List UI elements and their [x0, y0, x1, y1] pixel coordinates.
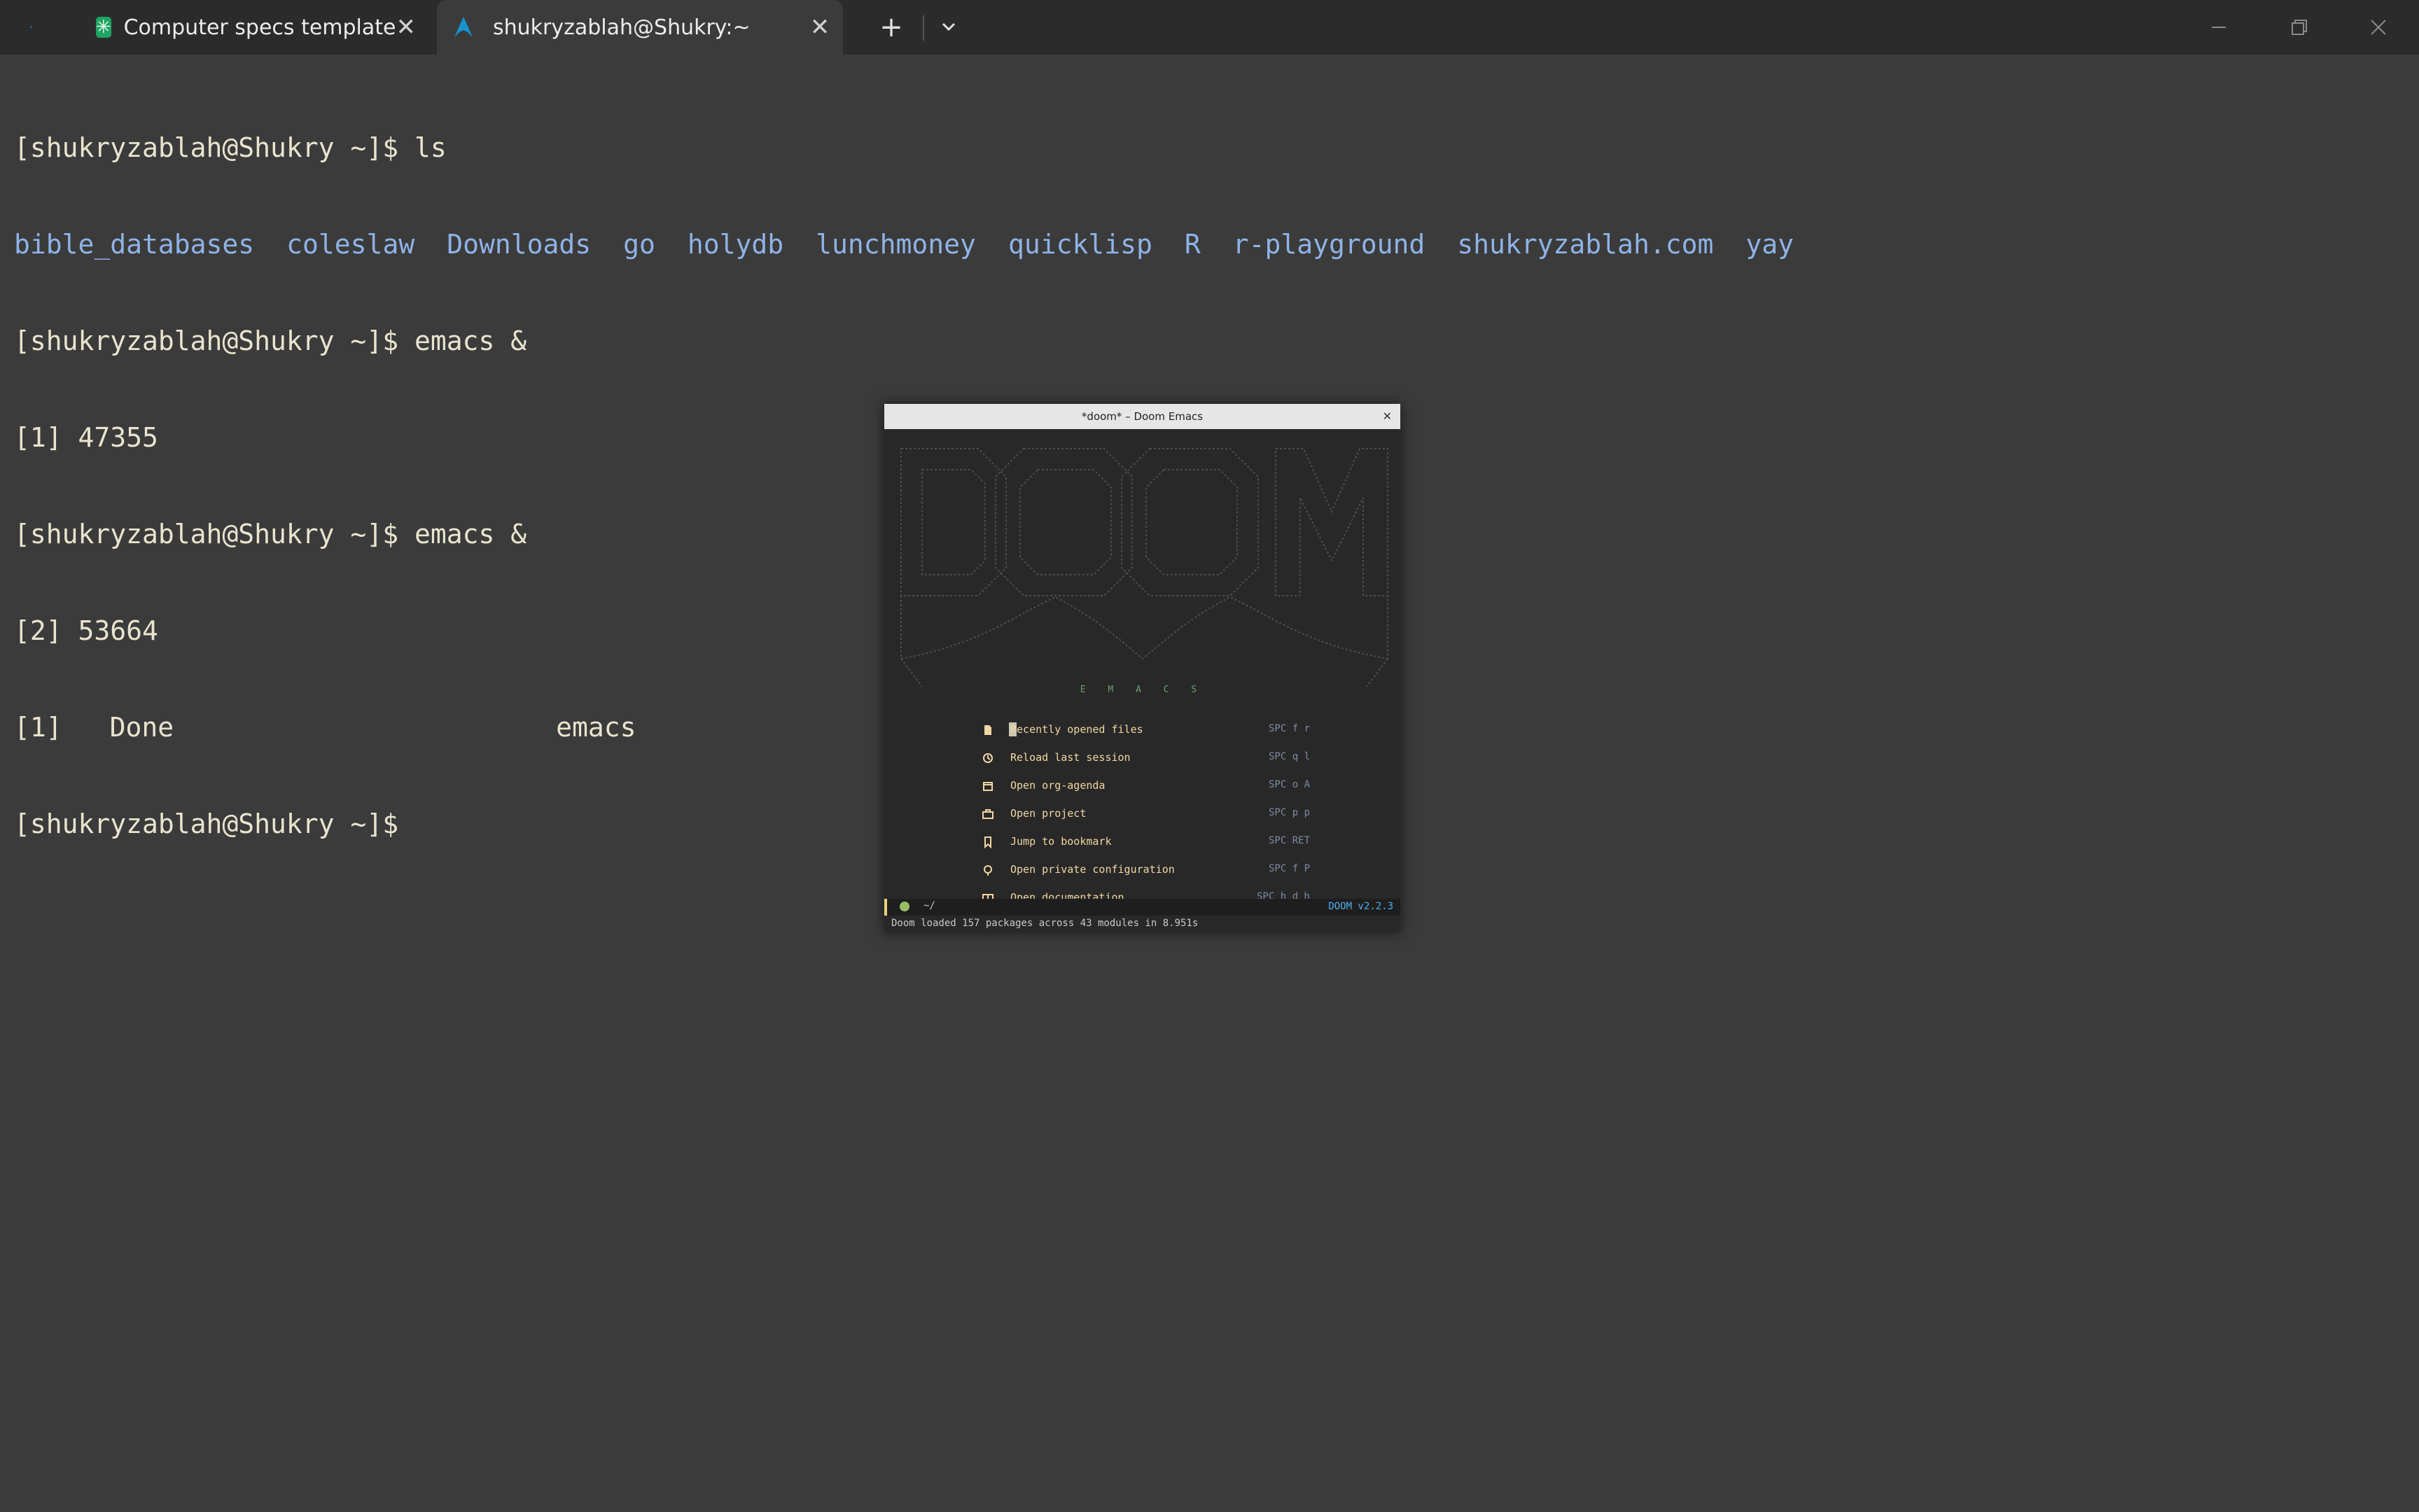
emacs-title-bar: *doom* – Doom Emacs ✕	[884, 404, 1400, 429]
new-tab-button[interactable]: +	[874, 10, 909, 45]
menu-item-open-project[interactable]: Open project SPC p p	[884, 802, 1400, 830]
tools-icon	[984, 865, 992, 876]
restore-icon[interactable]	[2260, 0, 2337, 55]
menu-item-recent-files[interactable]: Recently opened files SPC f r	[884, 718, 1400, 746]
menu-item-label: Jump to bookmark	[1010, 835, 1112, 848]
bookmark-icon	[984, 836, 991, 849]
prompt: [shukryzablah@Shukry ~]$	[14, 132, 399, 163]
menu-item-bookmark[interactable]: Jump to bookmark SPC RET	[884, 830, 1400, 858]
menu-item-label: Open org-agenda	[1010, 779, 1106, 792]
mode-line-version: DOOM v2.2.3	[1328, 901, 1393, 912]
minimize-icon[interactable]	[2180, 0, 2257, 55]
command: ls	[398, 132, 447, 163]
directory-entry: R	[1184, 229, 1201, 260]
calendar-icon	[983, 782, 993, 791]
directory-entry: r-playground	[1232, 229, 1425, 260]
menu-item-reload-session[interactable]: Reload last session SPC q l	[884, 746, 1400, 774]
menu-item-label: Open project	[1010, 807, 1087, 820]
directory-entry: go	[623, 229, 655, 260]
job-command: emacs	[556, 712, 636, 743]
emacs-window[interactable]: *doom* – Doom Emacs ✕ E M A C S Recently…	[884, 404, 1400, 932]
close-window-icon[interactable]	[2340, 0, 2417, 55]
title-bar: ✳ Computer specs template ✕ shukryzablah…	[0, 0, 2419, 55]
arch-linux-icon	[29, 25, 33, 29]
menu-item-key: SPC o A	[1269, 779, 1311, 790]
prompt: [shukryzablah@Shukry ~]$	[14, 519, 399, 550]
prompt: [shukryzablah@Shukry ~]$	[14, 808, 399, 839]
job-id: [1]	[14, 712, 62, 743]
menu-item-key: SPC f P	[1269, 863, 1311, 874]
menu-item-private-config[interactable]: Open private configuration SPC f P	[884, 858, 1400, 886]
history-icon	[983, 753, 993, 763]
file-icon	[984, 725, 991, 735]
directory-entry: yay	[1745, 229, 1794, 260]
directory-listing: bible_databases coleslaw Downloads go holydb…	[14, 228, 1794, 260]
tab-title: shukryzablah@Shukry:~	[493, 15, 751, 40]
directory-entry: lunchmoney	[816, 229, 976, 260]
close-tab-icon[interactable]: ✕	[396, 13, 417, 41]
job-status: Done	[109, 712, 174, 743]
echo-area: Doom loaded 157 packages across 43 modul…	[891, 918, 1199, 929]
command: emacs &	[398, 519, 527, 550]
arch-linux-icon	[454, 17, 473, 37]
close-tab-icon[interactable]: ✕	[802, 13, 837, 41]
directory-entry: shukryzablah.com	[1457, 229, 1714, 260]
menu-item-org-agenda[interactable]: Open org-agenda SPC o A	[884, 774, 1400, 802]
menu-item-key: SPC f r	[1269, 723, 1311, 734]
directory-entry: coleslaw	[286, 229, 415, 260]
buffer-state-icon	[900, 902, 909, 911]
menu-item-key: SPC q l	[1269, 751, 1311, 762]
terminal-line: [shukryzablah@Shukry ~]$ ls	[14, 132, 1794, 164]
prompt: [shukryzablah@Shukry ~]$	[14, 326, 399, 356]
tab-divider	[923, 15, 924, 41]
briefcase-icon	[982, 809, 994, 819]
google-sheets-icon: ✳	[95, 17, 111, 38]
terminal-line: [shukryzablah@Shukry ~]$ emacs &	[14, 325, 1794, 357]
tab-terminal[interactable]: shukryzablah@Shukry:~ ✕	[437, 0, 843, 55]
menu-item-label: Recently opened files	[1010, 723, 1143, 736]
mode-line-path: ~/	[923, 900, 935, 911]
menu-item-label: Open private configuration	[1010, 863, 1175, 876]
mode-line: ~/ DOOM v2.2.3	[884, 899, 1400, 916]
command: emacs &	[398, 326, 527, 356]
directory-entry: Downloads	[447, 229, 592, 260]
banner-emacs-word: E M A C S	[1080, 685, 1205, 695]
tab-computer-specs[interactable]: ✳ Computer specs template ✕	[15, 0, 421, 55]
directory-entry: holydb	[687, 229, 784, 260]
menu-item-key: SPC p p	[1269, 807, 1311, 818]
close-icon[interactable]: ✕	[1383, 404, 1392, 429]
emacs-title: *doom* – Doom Emacs	[1081, 410, 1204, 423]
directory-entry: quicklisp	[1008, 229, 1152, 260]
menu-item-label: Reload last session	[1010, 751, 1131, 764]
menu-item-key: SPC RET	[1269, 835, 1311, 846]
tab-title: Computer specs template	[123, 15, 396, 40]
directory-entry: bible_databases	[14, 229, 255, 260]
chevron-down-icon[interactable]	[931, 10, 966, 45]
